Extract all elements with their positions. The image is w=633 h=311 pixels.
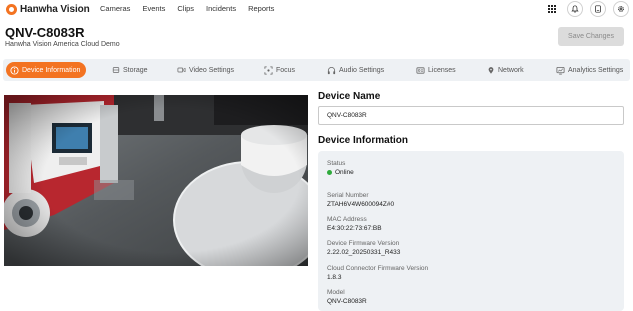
help-docs-button[interactable]	[590, 1, 606, 17]
tab-label: Audio Settings	[339, 66, 385, 74]
notifications-button[interactable]	[567, 1, 583, 17]
mac-address-value: E4:30:22:73:67:BB	[327, 225, 382, 232]
live-video-preview[interactable]	[4, 95, 308, 266]
nav-item-events[interactable]: Events	[142, 4, 165, 13]
device-information-heading: Device Information	[318, 135, 409, 146]
status-text: Online	[335, 169, 354, 176]
settings-tabs: Device Information Storage Video Setting…	[3, 59, 630, 81]
tab-analytics-settings[interactable]: Analytics Settings	[556, 62, 623, 78]
apps-grid-icon[interactable]	[548, 4, 557, 14]
tab-device-information[interactable]: Device Information	[6, 62, 87, 78]
brand-name: Hanwha Vision	[20, 4, 90, 15]
license-icon	[416, 66, 425, 75]
tab-label: Focus	[276, 66, 296, 74]
nav-item-clips[interactable]: Clips	[177, 4, 194, 13]
tab-label: Video Settings	[189, 66, 235, 74]
tab-label: Storage	[123, 66, 148, 74]
header-actions	[548, 1, 629, 17]
headphones-icon	[327, 66, 336, 75]
nav-item-cameras[interactable]: Cameras	[100, 4, 130, 13]
tab-audio-settings[interactable]: Audio Settings	[327, 62, 384, 78]
info-icon	[10, 65, 19, 75]
tab-label: Network	[498, 66, 524, 74]
serial-number-label: Serial Number	[327, 192, 369, 199]
bell-icon	[571, 5, 579, 13]
cloud-connector-version-value: 1.8.3	[327, 274, 342, 281]
brand-logo[interactable]: Hanwha Vision	[6, 3, 90, 16]
mac-address-label: MAC Address	[327, 216, 367, 223]
page-title: QNV-C8083R	[5, 25, 85, 40]
video-icon	[177, 66, 186, 75]
device-name-heading: Device Name	[318, 91, 381, 102]
camera-snapshot	[4, 95, 308, 266]
logo-icon	[6, 4, 17, 15]
tab-video-settings[interactable]: Video Settings	[177, 62, 234, 78]
device-information-card: Status Online Serial Number ZTAH6V4W6000…	[318, 151, 624, 311]
serial-number-value: ZTAH6V4W600094Z#0	[327, 201, 395, 208]
tab-label: Licenses	[428, 66, 456, 74]
tab-focus[interactable]: Focus	[264, 62, 295, 78]
storage-icon	[111, 66, 120, 75]
model-label: Model	[327, 289, 345, 296]
status-value: Online	[327, 169, 354, 176]
device-name-input[interactable]	[318, 106, 624, 125]
location-icon	[486, 66, 495, 75]
top-navigation: Hanwha Vision Cameras Events Clips Incid…	[0, 0, 633, 20]
save-changes-button[interactable]: Save Changes	[558, 27, 624, 46]
focus-icon	[264, 65, 273, 75]
firmware-version-label: Device Firmware Version	[327, 240, 400, 247]
model-value: QNV-C8083R	[327, 298, 367, 305]
status-online-dot	[327, 169, 332, 175]
gear-icon	[618, 6, 624, 12]
settings-button[interactable]	[613, 1, 629, 17]
tab-network[interactable]: Network	[486, 62, 524, 78]
tab-label: Analytics Settings	[568, 66, 624, 74]
tab-storage[interactable]: Storage	[111, 62, 148, 78]
tab-licenses[interactable]: Licenses	[416, 62, 456, 78]
analytics-icon	[556, 66, 565, 75]
nav-item-reports[interactable]: Reports	[248, 4, 274, 13]
page-subtitle: Hanwha Vision America Cloud Demo	[5, 41, 120, 48]
nav-item-incidents[interactable]: Incidents	[206, 4, 236, 13]
cloud-connector-version-label: Cloud Connector Firmware Version	[327, 265, 429, 272]
tab-label: Device Information	[22, 66, 81, 74]
main-nav: Cameras Events Clips Incidents Reports	[100, 4, 274, 13]
firmware-version-value: 2.22.02_20250331_R433	[327, 249, 401, 256]
book-icon	[595, 5, 601, 13]
status-label: Status	[327, 160, 346, 167]
